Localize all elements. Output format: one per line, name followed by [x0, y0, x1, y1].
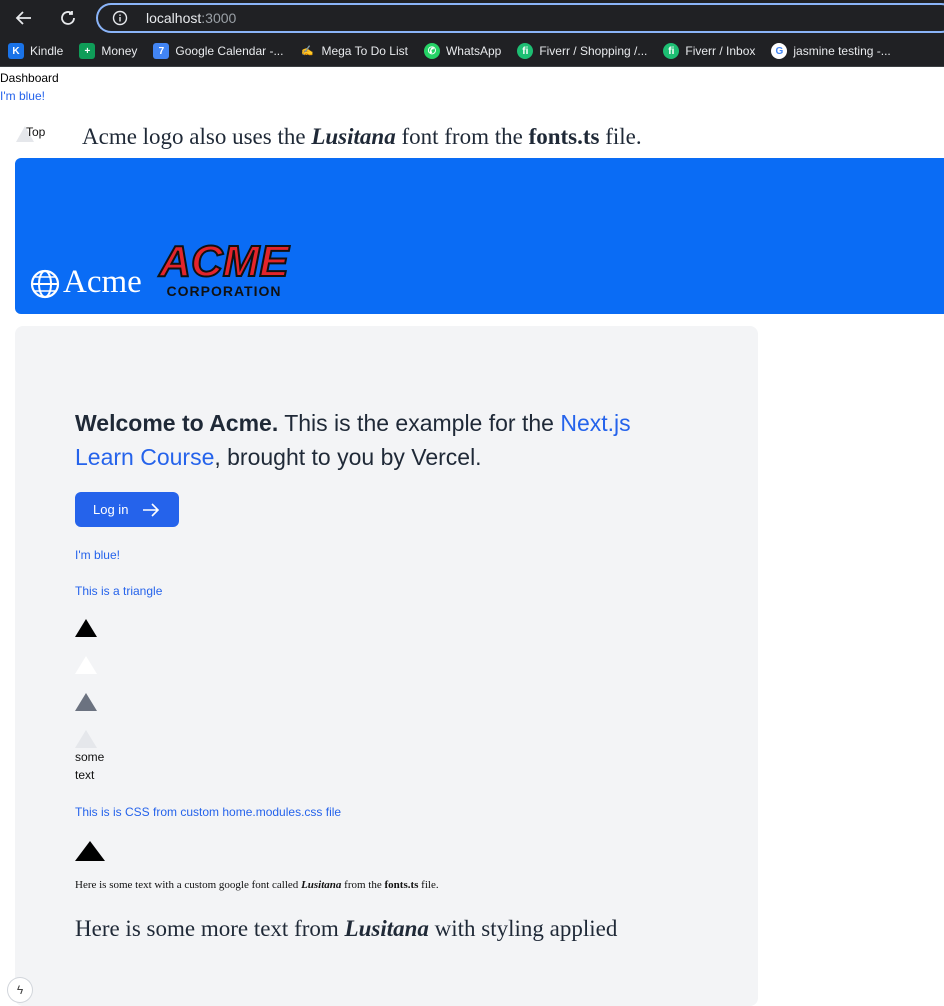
acme-banner: Acme ACME CORPORATION: [15, 158, 944, 314]
black-triangle-icon: [75, 619, 97, 637]
top-label: Top: [26, 125, 46, 139]
calendar-icon: 7: [153, 43, 170, 59]
globe-icon: [30, 269, 60, 299]
acme-wordmark: Acme: [63, 264, 142, 300]
some-text: some text: [75, 750, 105, 782]
address-bar[interactable]: localhost:3000: [96, 3, 944, 33]
site-info-icon[interactable]: [112, 10, 128, 26]
login-button[interactable]: Log in: [75, 492, 179, 527]
css-triangle-icon: [75, 841, 105, 861]
gray-triangle-icon: [75, 693, 97, 711]
acme-corporation-logo: ACME CORPORATION: [157, 236, 291, 299]
im-blue-text: I'm blue!: [75, 548, 120, 562]
url-text: localhost:3000: [146, 10, 237, 26]
welcome-message: Welcome to Acme. This is the example for…: [75, 410, 631, 470]
sheets-icon: +: [79, 43, 96, 59]
browser-toolbar: localhost:3000: [0, 0, 944, 36]
bookmark-fiverr-shopping[interactable]: fi Fiverr / Shopping /...: [509, 36, 655, 66]
bookmark-jasmine-testing[interactable]: G jasmine testing -...: [763, 36, 898, 66]
blue-text: I'm blue!: [0, 89, 45, 103]
bookmark-whatsapp[interactable]: ✆ WhatsApp: [416, 36, 509, 66]
bookmark-money[interactable]: + Money: [71, 36, 145, 66]
css-module-text: This is is CSS from custom home.modules.…: [75, 805, 342, 819]
nextjs-devtools-icon[interactable]: ϟ: [8, 978, 32, 1002]
kindle-icon: K: [8, 43, 24, 59]
bookmark-mega-todo[interactable]: ✍ Mega To Do List: [291, 36, 416, 66]
bookmark-fiverr-inbox[interactable]: fi Fiverr / Inbox: [655, 36, 763, 66]
google-icon: G: [771, 43, 788, 59]
triangle-label: This is a triangle: [75, 584, 163, 598]
fiverr-icon: fi: [517, 43, 534, 59]
whatsapp-icon: ✆: [423, 43, 440, 59]
back-arrow-icon[interactable]: [12, 6, 36, 30]
svg-text:ACME: ACME: [158, 237, 290, 286]
fiverr-icon: fi: [663, 43, 680, 59]
arrow-right-icon: [143, 502, 160, 517]
hand-icon: ✍: [301, 45, 314, 57]
bookmarks-bar: K Kindle + Money 7 Google Calendar -... …: [0, 36, 944, 67]
lusitana-styled-text: Here is some more text from Lusitana wit…: [75, 916, 618, 941]
reload-icon[interactable]: [56, 6, 80, 30]
dashboard-link[interactable]: Dashboard: [0, 71, 59, 85]
svg-text:CORPORATION: CORPORATION: [167, 283, 282, 299]
light-triangle-icon: [75, 730, 97, 748]
white-triangle-icon: [75, 656, 97, 674]
main-panel: Welcome to Acme. This is the example for…: [15, 326, 758, 1006]
headline: Acme logo also uses the Lusitana font fr…: [82, 124, 642, 149]
bookmark-kindle[interactable]: K Kindle: [0, 36, 71, 66]
bookmark-google-calendar[interactable]: 7 Google Calendar -...: [145, 36, 291, 66]
lusitana-small-text: Here is some text with a custom google f…: [75, 879, 439, 891]
